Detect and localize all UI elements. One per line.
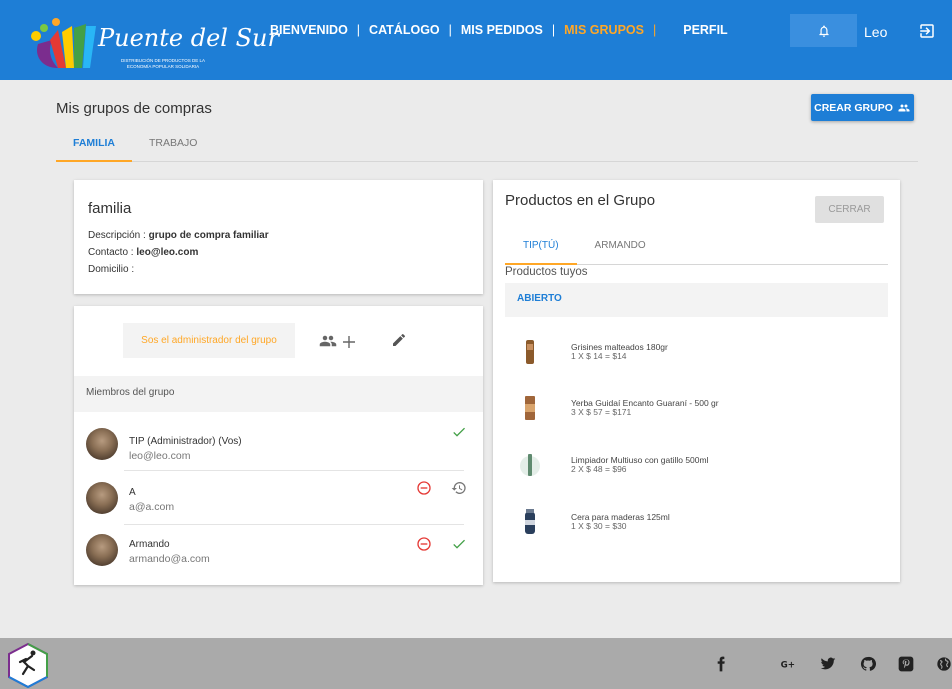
group-tabs: FAMILIA TRABAJO [56,126,918,162]
order-status: ABIERTO [505,283,888,317]
logo-mark-icon [31,18,96,68]
bell-icon [818,24,829,37]
product-price: 1 X $ 14 = $14 [571,351,627,361]
product-price: 2 X $ 48 = $96 [571,464,627,474]
user-name[interactable]: Leo [864,24,887,40]
main-nav: BIENVENIDO | CATÁLOGO | MIS PEDIDOS | MI… [270,23,728,37]
remove-member-icon[interactable] [416,536,432,552]
tab-tip[interactable]: TIP(TÚ) [505,233,577,265]
contact-value: leo@leo.com [136,247,199,258]
product-price: 3 X $ 57 = $171 [571,407,632,417]
add-member-icon[interactable] [319,332,359,350]
products-tabs: TIP(TÚ) ARMANDO [505,233,888,265]
avatar [86,482,118,514]
github-icon[interactable] [860,656,876,672]
nav-item-mis-pedidos[interactable]: MIS PEDIDOS [461,23,543,37]
group-icon [898,104,910,111]
globe-icon[interactable] [936,656,952,672]
contact-label: Contacto : [88,247,134,258]
google-plus-icon[interactable]: G+ [780,656,796,672]
member-email: armando@a.com [129,553,210,565]
tab-armando[interactable]: ARMANDO [577,233,664,265]
nav-separator: | [356,23,361,37]
avatar [86,534,118,566]
nav-separator: | [652,23,657,37]
tab-familia[interactable]: FAMILIA [56,126,132,162]
nav-separator: | [551,23,556,37]
members-header: Miembros del grupo [74,376,483,412]
product-thumbnail [520,454,540,476]
product-item: Yerba Guidaí Encanto Guaraní - 500 gr 3 … [505,386,888,436]
nav-item-mis-grupos[interactable]: MIS GRUPOS [564,23,644,37]
product-item: Cera para maderas 125ml 1 X $ 30 = $30 [505,500,888,550]
edit-icon[interactable] [391,332,407,348]
description-label: Descripción : [88,230,146,241]
check-icon [453,539,465,549]
member-name: TIP (Administrador) (Vos) [129,436,242,447]
footer-logo-icon[interactable] [6,642,50,689]
tab-trabajo[interactable]: TRABAJO [132,126,214,162]
product-price: 1 X $ 30 = $30 [571,521,627,531]
avatar [86,428,118,460]
pinterest-icon[interactable] [898,656,914,672]
address-label: Domicilio : [88,264,135,275]
member-email: leo@leo.com [129,450,191,462]
check-icon [453,427,465,437]
brand-name: Puente del Sur [98,24,279,52]
divider [124,524,464,525]
notifications-button[interactable] [790,14,857,47]
product-thumbnail [525,509,535,534]
logout-icon[interactable] [918,22,936,40]
product-thumbnail [526,340,534,364]
nav-separator: | [448,23,452,37]
member-row: A a@a.com [74,472,483,526]
create-group-label: CREAR GRUPO [814,101,893,114]
member-name: A [129,487,136,498]
products-title: Productos en el Grupo [505,192,656,209]
brand-tagline-line-2: economía popular solidaria [126,64,200,69]
description-value: grupo de compra familiar [148,230,269,241]
nav-item-perfil[interactable]: PERFIL [683,23,727,37]
twitter-icon[interactable] [820,656,836,672]
group-description: Descripción : grupo de compra familiar [88,227,469,244]
history-icon [451,482,466,494]
group-name: familia [88,200,132,217]
member-name: Armando [129,539,170,550]
group-address: Domicilio : [88,261,469,278]
create-group-button[interactable]: CREAR GRUPO [811,94,914,121]
svg-text:G+: G+ [781,660,795,670]
nav-item-bienvenido[interactable]: BIENVENIDO [270,23,348,37]
brand-tagline: Distribución de productos de la economía… [118,58,208,70]
group-contact: Contacto : leo@leo.com [88,244,469,261]
member-row: Armando armando@a.com [74,526,483,580]
products-subtitle: Productos tuyos [505,266,588,278]
product-item: Grisines malteados 180gr 1 X $ 14 = $14 [505,330,888,380]
products-card: Productos en el Grupo CERRAR TIP(TÚ) ARM… [493,180,900,582]
footer: G+ [0,638,952,689]
top-navbar: Puente del Sur Distribución de productos… [0,0,952,80]
product-item: Limpiador Multiuso con gatillo 500ml 2 X… [505,443,888,493]
admin-notice: Sos el administrador del grupo [123,323,295,358]
product-thumbnail [525,396,535,420]
close-group-button[interactable]: CERRAR [815,196,884,223]
brand-logo[interactable]: Puente del Sur Distribución de productos… [28,10,279,72]
facebook-icon[interactable] [713,656,729,672]
remove-member-icon[interactable] [416,480,432,496]
member-row: TIP (Administrador) (Vos) leo@leo.com [74,416,483,470]
members-card: Sos el administrador del grupo Miembros … [74,306,483,585]
divider [124,470,464,471]
group-info-card: familia Descripción : grupo de compra fa… [74,180,483,294]
page-title: Mis grupos de compras [56,100,212,117]
nav-item-catalogo[interactable]: CATÁLOGO [369,23,440,37]
member-email: a@a.com [129,501,175,513]
